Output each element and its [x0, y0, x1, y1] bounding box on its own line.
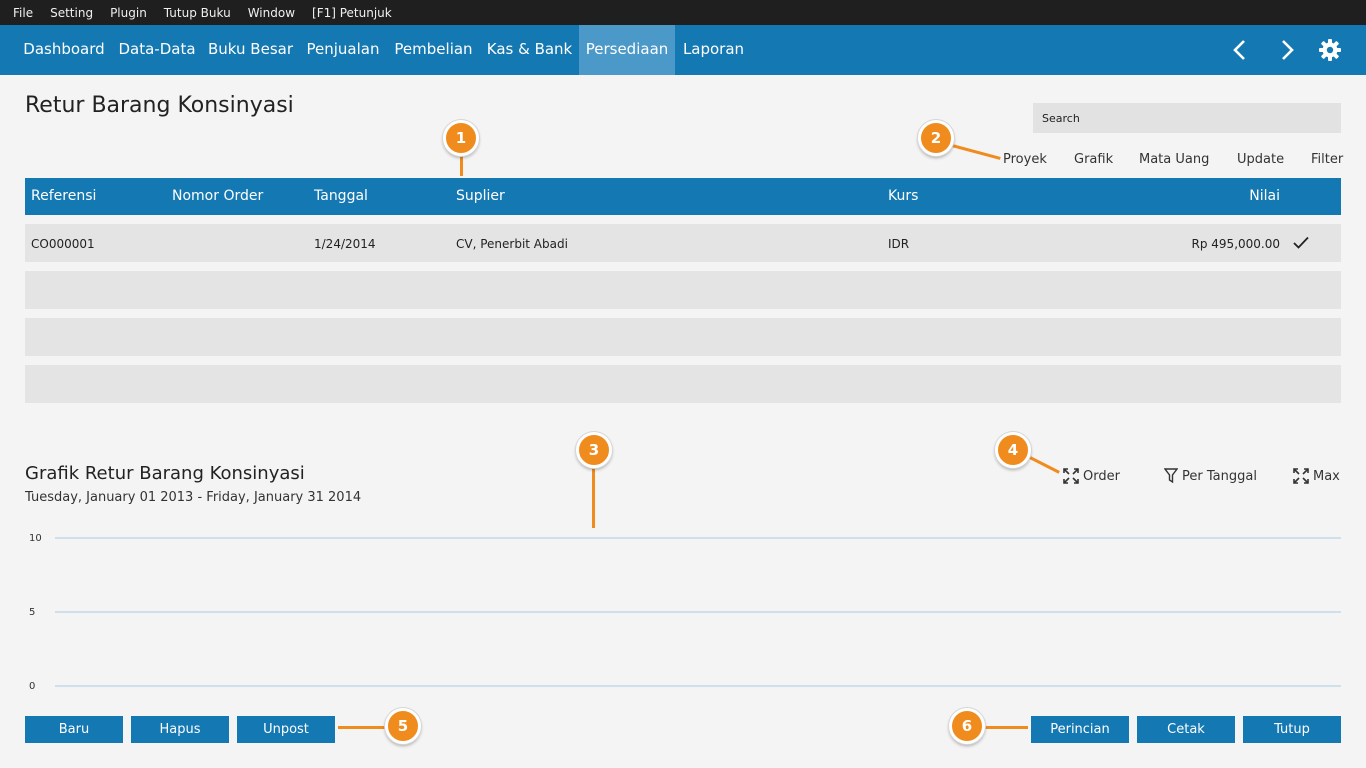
chart-area: 10 5 0 [29, 533, 1341, 692]
menu-window[interactable]: Window [248, 6, 295, 20]
col-kurs[interactable]: Kurs [888, 188, 918, 204]
gear-icon[interactable] [1318, 38, 1342, 62]
callout-line [338, 726, 388, 729]
callout-line [984, 726, 1028, 729]
table-row-empty [25, 365, 1341, 403]
cell-suplier: CV, Penerbit Abadi [456, 237, 568, 251]
expand-icon [1293, 468, 1309, 484]
link-proyek[interactable]: Proyek [1003, 152, 1047, 167]
y-tick-label: 10 [29, 533, 42, 544]
menu-file[interactable]: File [13, 6, 33, 20]
table-header: Referensi Nomor Order Tanggal Suplier Ku… [25, 178, 1341, 215]
expand-icon [1063, 468, 1079, 484]
cell-tanggal: 1/24/2014 [314, 237, 376, 251]
chart-tool-per-tanggal-label: Per Tanggal [1182, 468, 1257, 484]
menu-plugin[interactable]: Plugin [110, 6, 147, 20]
y-tick-label: 0 [29, 681, 35, 692]
callout-badge: 1 [443, 120, 479, 156]
check-icon [1293, 236, 1309, 249]
callout-line [460, 156, 463, 176]
tab-pembelian[interactable]: Pembelian [387, 25, 480, 75]
chart-title: Grafik Retur Barang Konsinyasi [25, 463, 305, 484]
tab-penjualan[interactable]: Penjualan [299, 25, 387, 75]
tab-dashboard[interactable]: Dashboard [16, 25, 112, 75]
chart-tool-order-label: Order [1083, 468, 1120, 484]
tab-data-data[interactable]: Data-Data [112, 25, 202, 75]
callout-line [592, 468, 595, 528]
callout-line [1027, 455, 1060, 474]
callout-badge: 2 [918, 120, 954, 156]
tab-kas-bank[interactable]: Kas & Bank [480, 25, 579, 75]
callout-badge: 3 [576, 432, 612, 468]
link-update[interactable]: Update [1237, 152, 1284, 167]
y-tick-label: 5 [29, 607, 35, 618]
hapus-button[interactable]: Hapus [131, 716, 229, 743]
chart-tool-max[interactable]: Max [1293, 468, 1340, 484]
table-row-empty [25, 271, 1341, 309]
link-mata-uang[interactable]: Mata Uang [1139, 152, 1209, 167]
chart-tool-max-label: Max [1313, 468, 1340, 484]
tutup-button[interactable]: Tutup [1243, 716, 1341, 743]
search-input[interactable] [1033, 103, 1341, 133]
table-row[interactable]: CO000001 1/24/2014 CV, Penerbit Abadi ID… [25, 224, 1341, 262]
cell-nilai: Rp 495,000.00 [1191, 237, 1280, 251]
menu-petunjuk[interactable]: [F1] Petunjuk [312, 6, 392, 20]
callout-badge: 5 [385, 708, 421, 744]
cell-kurs: IDR [888, 237, 910, 251]
main-nav: Dashboard Data-Data Buku Besar Penjualan… [0, 25, 1366, 75]
chart-tool-per-tanggal[interactable]: Per Tanggal [1164, 468, 1257, 484]
baru-button[interactable]: Baru [25, 716, 123, 743]
unpost-button[interactable]: Unpost [237, 716, 335, 743]
col-suplier[interactable]: Suplier [456, 188, 505, 204]
col-referensi[interactable]: Referensi [31, 188, 96, 204]
tab-buku-besar[interactable]: Buku Besar [202, 25, 299, 75]
cetak-button[interactable]: Cetak [1137, 716, 1235, 743]
tab-laporan[interactable]: Laporan [675, 25, 752, 75]
perincian-button[interactable]: Perincian [1031, 716, 1129, 743]
link-grafik[interactable]: Grafik [1074, 152, 1113, 167]
cell-referensi: CO000001 [31, 237, 95, 251]
chart-subtitle: Tuesday, January 01 2013 - Friday, Janua… [25, 490, 362, 505]
callout-badge: 4 [995, 432, 1031, 468]
chevron-right-icon[interactable] [1275, 38, 1299, 62]
callout-badge: 6 [949, 708, 985, 744]
col-nomor-order[interactable]: Nomor Order [172, 188, 263, 204]
filter-icon [1164, 468, 1178, 484]
menu-bar: File Setting Plugin Tutup Buku Window [F… [0, 0, 1366, 25]
menu-tutup-buku[interactable]: Tutup Buku [164, 6, 231, 20]
col-nilai[interactable]: Nilai [1249, 188, 1280, 204]
link-filter[interactable]: Filter [1311, 152, 1343, 167]
page-title: Retur Barang Konsinyasi [25, 93, 294, 118]
menu-setting[interactable]: Setting [50, 6, 93, 20]
tab-persediaan[interactable]: Persediaan [579, 25, 675, 75]
chart-tool-order[interactable]: Order [1063, 468, 1120, 484]
table-row-empty [25, 318, 1341, 356]
callout-line [951, 144, 1001, 160]
col-tanggal[interactable]: Tanggal [314, 188, 368, 204]
chevron-left-icon[interactable] [1228, 38, 1252, 62]
